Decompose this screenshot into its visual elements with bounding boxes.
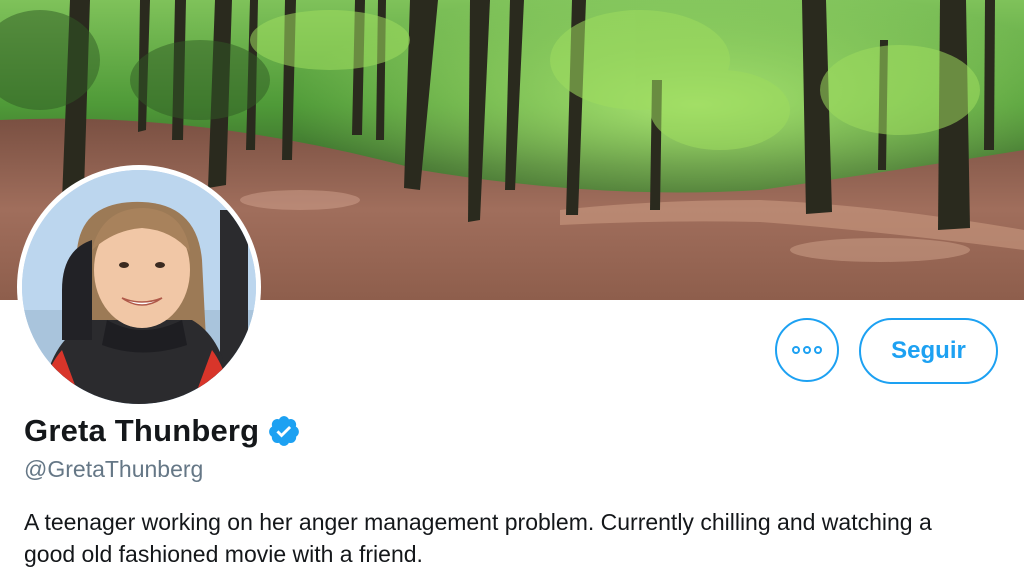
profile-bio: A teenager working on her anger manageme… — [24, 509, 932, 567]
verified-badge-icon — [267, 414, 301, 448]
name-row: Greta Thunberg — [24, 413, 301, 449]
follow-button[interactable]: Seguir — [859, 318, 998, 384]
display-name: Greta Thunberg — [24, 413, 260, 448]
more-options-button[interactable] — [775, 318, 839, 382]
user-handle[interactable]: @GretaThunberg — [24, 456, 203, 483]
more-dots-icon — [792, 346, 822, 354]
avatar[interactable] — [17, 165, 261, 409]
profile-page: Seguir Greta Thunberg @GretaThunberg A t… — [0, 0, 1024, 576]
profile-photo — [22, 170, 256, 404]
